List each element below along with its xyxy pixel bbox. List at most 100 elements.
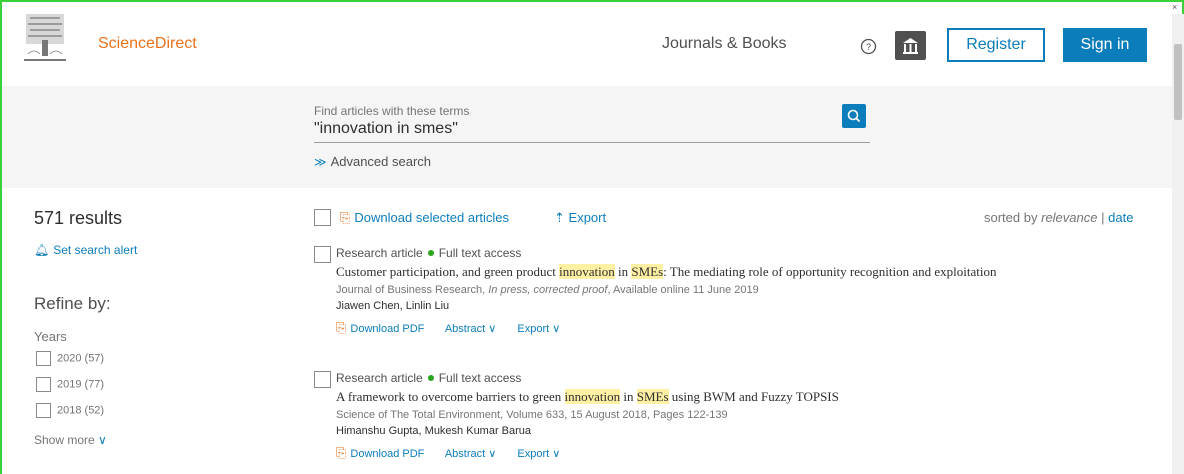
search-input[interactable]: "innovation in smes": [314, 120, 458, 138]
download-pdf-label: Download PDF: [350, 323, 425, 335]
open-access-dot-icon: [427, 375, 434, 382]
download-pdf-link[interactable]: ⎘ Download PDF: [336, 320, 425, 335]
result-actions: ⎘ Download PDF Abstract ∨ Export ∨: [336, 445, 560, 461]
register-button[interactable]: Register: [947, 28, 1045, 62]
result-authors: Himanshu Gupta, Mukesh Kumar Barua: [336, 425, 532, 437]
svg-text:?: ?: [866, 42, 871, 52]
refine-heading: Refine by:: [34, 294, 111, 313]
download-selected-label: Download selected articles: [354, 210, 510, 225]
search-button[interactable]: [842, 104, 866, 128]
help-icon[interactable]: ?: [860, 38, 877, 55]
download-selected-link[interactable]: ⎘ Download selected articles: [340, 210, 509, 226]
export-label: Export: [568, 210, 607, 225]
site-header: ScienceDirect Journals & Books ? Registe…: [2, 2, 1172, 86]
checkbox[interactable]: [36, 403, 51, 418]
show-more-link[interactable]: Show more ∨: [34, 433, 107, 447]
result-meta: Research article Full text access: [336, 371, 521, 385]
title-text: in: [614, 264, 632, 279]
source-date: , Available online 11 June 2019: [607, 284, 759, 296]
year-filter-2018[interactable]: 2018 (52): [36, 403, 104, 418]
search-panel: Find articles with these terms "innovati…: [2, 86, 1172, 188]
institution-icon[interactable]: [895, 31, 926, 60]
year-filter-label: 2019 (77): [57, 378, 105, 391]
result-meta: Research article Full text access: [336, 246, 521, 260]
sort-relevance-option[interactable]: relevance: [1041, 210, 1097, 225]
title-text: A framework to overcome barriers to gree…: [336, 389, 565, 404]
export-icon: ⇡: [554, 210, 565, 225]
result-item: Research article Full text access Custome…: [314, 246, 1164, 356]
abstract-toggle[interactable]: Abstract ∨: [445, 323, 496, 335]
elsevier-logo-icon[interactable]: [20, 10, 70, 66]
result-checkbox[interactable]: [314, 246, 331, 263]
sort-control: sorted by relevance | date: [984, 210, 1133, 225]
result-actions: ⎘ Download PDF Abstract ∨ Export ∨: [336, 320, 560, 336]
abstract-toggle[interactable]: Abstract ∨: [445, 448, 496, 460]
result-item: Research article Full text access A frame…: [314, 371, 1164, 471]
year-filter-2019[interactable]: 2019 (77): [36, 377, 104, 392]
result-source: Science of The Total Environment, Volume…: [336, 409, 728, 421]
scrollbar-thumb[interactable]: [1174, 44, 1182, 120]
title-highlight: innovation: [559, 264, 615, 279]
advanced-search-link[interactable]: ≫ Advanced search: [314, 154, 431, 169]
source-status: In press, corrected proof: [488, 284, 608, 296]
pdf-icon: ⎘: [336, 320, 347, 335]
abstract-label: Abstract: [444, 448, 486, 460]
double-chevron-down-icon: ≫: [314, 155, 327, 169]
export-link[interactable]: ⇡ Export: [554, 210, 606, 226]
chevron-down-icon: ∨: [552, 323, 561, 335]
export-dropdown[interactable]: Export ∨: [517, 448, 560, 460]
title-text: : The mediating role of opportunity reco…: [663, 264, 997, 279]
brand-link[interactable]: ScienceDirect: [98, 35, 197, 53]
search-underline: [314, 142, 870, 143]
title-text: using BWM and Fuzzy TOPSIS: [668, 389, 839, 404]
export-label: Export: [517, 448, 550, 460]
result-title-link[interactable]: Customer participation, and green produc…: [336, 264, 997, 280]
title-highlight: innovation: [564, 389, 621, 404]
sort-date-option[interactable]: date: [1108, 210, 1133, 225]
set-search-alert-link[interactable]: 🔔︎ Set search alert: [34, 243, 137, 257]
title-text: in: [620, 389, 637, 404]
access-label: Full text access: [438, 371, 522, 385]
sorted-by-label: sorted by: [984, 210, 1038, 225]
chevron-down-icon: ∨: [488, 323, 497, 335]
result-title-link[interactable]: A framework to overcome barriers to gree…: [336, 389, 839, 405]
source-journal[interactable]: Science of The Total Environment, Volume…: [336, 409, 728, 421]
pdf-icon: ⎘: [340, 210, 351, 225]
year-filter-label: 2018 (52): [57, 404, 105, 417]
years-heading: Years: [34, 329, 67, 344]
abstract-label: Abstract: [444, 323, 486, 335]
export-label: Export: [517, 323, 550, 335]
access-label: Full text access: [438, 246, 522, 260]
title-text: Customer participation, and green produc…: [336, 264, 560, 279]
article-type: Research article: [336, 246, 423, 260]
chevron-down-icon: ∨: [98, 433, 107, 447]
checkbox[interactable]: [36, 351, 51, 366]
bell-icon: 🔔︎: [34, 243, 50, 257]
chevron-down-icon: ∨: [488, 448, 497, 460]
source-journal[interactable]: Journal of Business Research,: [336, 284, 485, 296]
sign-in-button[interactable]: Sign in: [1063, 28, 1147, 62]
export-dropdown[interactable]: Export ∨: [517, 323, 560, 335]
advanced-search-label: Advanced search: [330, 154, 432, 169]
year-filter-label: 2020 (57): [57, 352, 105, 365]
sort-separator: |: [1101, 210, 1105, 225]
year-filter-2020[interactable]: 2020 (57): [36, 351, 104, 366]
title-highlight: SMEs: [631, 264, 664, 279]
search-label: Find articles with these terms: [314, 104, 470, 118]
article-type: Research article: [336, 371, 423, 385]
chevron-down-icon: ∨: [552, 448, 561, 460]
page-scrollbar[interactable]: [1172, 14, 1184, 474]
checkbox[interactable]: [36, 377, 51, 392]
open-access-dot-icon: [427, 250, 434, 257]
close-icon[interactable]: ×: [1172, 2, 1177, 12]
title-highlight: SMEs: [636, 389, 669, 404]
result-checkbox[interactable]: [314, 371, 331, 388]
download-pdf-link[interactable]: ⎘ Download PDF: [336, 445, 425, 460]
show-more-label: Show more: [34, 433, 95, 447]
set-search-alert-label: Set search alert: [53, 243, 138, 257]
select-all-checkbox[interactable]: [314, 209, 331, 226]
result-authors: Jiawen Chen, Linlin Liu: [336, 300, 450, 312]
result-source: Journal of Business Research, In press, …: [336, 284, 759, 296]
journals-books-link[interactable]: Journals & Books: [662, 35, 787, 53]
download-pdf-label: Download PDF: [350, 448, 425, 460]
